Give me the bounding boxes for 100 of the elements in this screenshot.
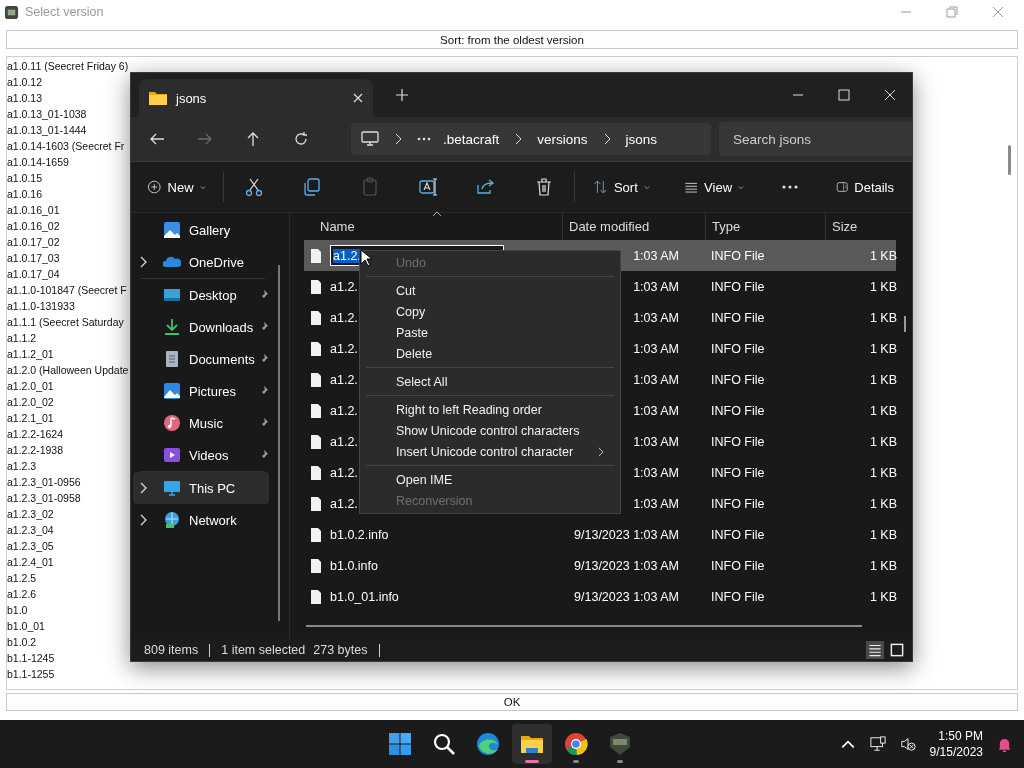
muted-speaker-icon[interactable] — [899, 736, 916, 752]
network-icon[interactable] — [869, 736, 886, 752]
version-item[interactable]: b1.1-1245 — [7, 650, 55, 666]
sidebar-item[interactable]: Desktop — [133, 279, 269, 311]
sidebar-item[interactable]: Downloads — [133, 311, 269, 343]
version-item[interactable]: a1.2.3_01-0958 — [7, 490, 81, 506]
ok-button[interactable]: OK — [6, 693, 1018, 711]
menu-item[interactable]: Copy — [360, 301, 620, 322]
version-item[interactable]: a1.0.17_04 — [7, 266, 60, 282]
sidebar-item[interactable]: This PC — [133, 472, 269, 504]
back-button[interactable] — [149, 131, 165, 147]
breadcrumb-item[interactable]: versions — [537, 131, 588, 147]
version-item[interactable]: a1.0.16_01 — [7, 202, 60, 218]
version-item[interactable]: a1.2.5 — [7, 570, 37, 586]
tiles-view-button[interactable] — [888, 641, 906, 659]
file-name[interactable]: a1.2. — [330, 403, 358, 418]
version-item[interactable]: b1.0_01 — [7, 618, 45, 634]
version-item[interactable]: a1.0.17_03 — [7, 250, 60, 266]
close-tab-icon[interactable] — [353, 93, 363, 103]
version-item[interactable]: b1.0.2 — [7, 634, 37, 650]
version-item[interactable]: a1.0.13_01-1038 — [7, 106, 87, 122]
version-item[interactable]: a1.2.2-1938 — [7, 442, 64, 458]
menu-item[interactable]: Right to left Reading order — [360, 399, 620, 420]
version-item[interactable]: a1.2.1_01 — [7, 410, 54, 426]
version-item[interactable]: a1.2.6 — [7, 586, 37, 602]
version-item[interactable]: a1.2.0 (Halloween Update — [7, 362, 129, 378]
sidebar-item[interactable]: Pictures — [133, 375, 269, 407]
sidebar-item[interactable]: Videos — [133, 439, 269, 471]
version-item[interactable]: a1.0.13 — [7, 90, 43, 106]
version-item[interactable]: a1.0.13_01-1444 — [7, 122, 87, 138]
version-item[interactable]: a1.2.4_01 — [7, 554, 54, 570]
version-item[interactable]: a1.0.17_02 — [7, 234, 60, 250]
version-item[interactable]: a1.2.3_01-0956 — [7, 474, 81, 490]
file-name[interactable]: b1.0.info — [330, 558, 378, 573]
new-tab-icon[interactable] — [396, 89, 408, 101]
version-item[interactable]: a1.0.16 — [7, 186, 43, 202]
address-bar[interactable]: .betacraft versions jsons — [351, 123, 711, 155]
sort-order-button[interactable]: Sort: from the oldest version — [6, 30, 1018, 49]
version-item[interactable]: a1.1.1 (Seecret Saturday — [7, 314, 124, 330]
file-explorer-button[interactable] — [512, 724, 552, 764]
version-item[interactable]: a1.2.3_04 — [7, 522, 54, 538]
sort-button[interactable]: Sort — [587, 172, 656, 202]
chevron-right-icon[interactable] — [139, 514, 147, 526]
version-item[interactable]: a1.1.2_01 — [7, 346, 54, 362]
file-name[interactable]: b1.0.2.info — [330, 527, 389, 542]
version-item[interactable]: a1.0.11 (Seecret Friday 6) — [7, 58, 129, 74]
column-header[interactable]: Name — [304, 213, 562, 240]
search-field[interactable]: Search jsons — [719, 122, 912, 156]
breadcrumb-item[interactable]: .betacraft — [443, 131, 500, 147]
ellipsis-icon[interactable] — [417, 137, 431, 141]
new-button[interactable]: New — [141, 172, 212, 202]
file-name[interactable]: a1.2. — [330, 496, 358, 511]
scrollbar-thumb[interactable] — [1008, 145, 1011, 175]
view-button[interactable]: View — [677, 172, 750, 202]
details-pane-button[interactable]: Details — [829, 172, 900, 202]
file-name[interactable]: a1.2. — [330, 310, 358, 325]
version-item[interactable]: a1.0.15 — [7, 170, 43, 186]
menu-item[interactable]: Cut — [360, 280, 620, 301]
menu-item[interactable]: Show Unicode control characters — [360, 420, 620, 441]
details-view-button[interactable] — [866, 641, 884, 659]
version-item[interactable]: a1.0.14-1659 — [7, 154, 69, 170]
file-name[interactable]: a1.2. — [330, 279, 358, 294]
version-item[interactable]: b1.1-1255 — [7, 666, 55, 682]
version-item[interactable]: a1.2.2-1624 — [7, 426, 64, 442]
version-item[interactable]: a1.0.16_02 — [7, 218, 60, 234]
file-name[interactable]: a1.2. — [330, 434, 358, 449]
menu-item[interactable]: Open IME — [360, 469, 620, 490]
file-name[interactable]: a1.2. — [330, 341, 358, 356]
menu-item[interactable]: Paste — [360, 322, 620, 343]
file-name[interactable]: a1.2. — [330, 465, 358, 480]
version-item[interactable]: a1.2.0_02 — [7, 394, 54, 410]
bell-icon[interactable] — [997, 736, 1012, 752]
version-item[interactable]: b1.0 — [7, 602, 28, 618]
version-item[interactable]: a1.1.0-131933 — [7, 298, 75, 314]
chevron-right-icon[interactable] — [139, 482, 147, 494]
refresh-button[interactable] — [293, 131, 309, 147]
sidebar-item[interactable]: Network — [133, 504, 269, 536]
sidebar-item[interactable]: OneDrive — [133, 246, 269, 278]
version-item[interactable]: a1.0.12 — [7, 74, 43, 90]
version-item[interactable]: a1.2.3 — [7, 458, 37, 474]
menu-item[interactable]: Select All — [360, 371, 620, 392]
menu-item[interactable]: Delete — [360, 343, 620, 364]
version-item[interactable]: a1.2.3_02 — [7, 506, 54, 522]
version-item[interactable]: a1.0.14-1603 (Seecret Fr — [7, 138, 125, 154]
sidebar-item[interactable]: Music — [133, 407, 269, 439]
file-name[interactable]: a1.2. — [330, 372, 358, 387]
clock[interactable]: 1:50 PM 9/15/2023 — [929, 728, 983, 760]
sidebar-item[interactable]: Documents — [133, 343, 269, 375]
folder-tab[interactable]: jsons — [139, 79, 373, 117]
version-item[interactable]: a1.2.0_01 — [7, 378, 54, 394]
version-item[interactable]: a1.1.2 — [7, 330, 37, 346]
version-item[interactable]: a1.1.0-101847 (Seecret F — [7, 282, 127, 298]
file-name[interactable]: b1.0_01.info — [330, 589, 399, 604]
sidebar-item[interactable]: Gallery — [133, 214, 269, 246]
maximize-icon[interactable] — [838, 89, 850, 101]
chevron-right-icon[interactable] — [139, 256, 147, 268]
menu-item[interactable]: Insert Unicode control character — [360, 441, 620, 462]
breadcrumb-item[interactable]: jsons — [625, 131, 658, 147]
version-item[interactable]: a1.2.3_05 — [7, 538, 54, 554]
up-button[interactable] — [245, 131, 261, 147]
